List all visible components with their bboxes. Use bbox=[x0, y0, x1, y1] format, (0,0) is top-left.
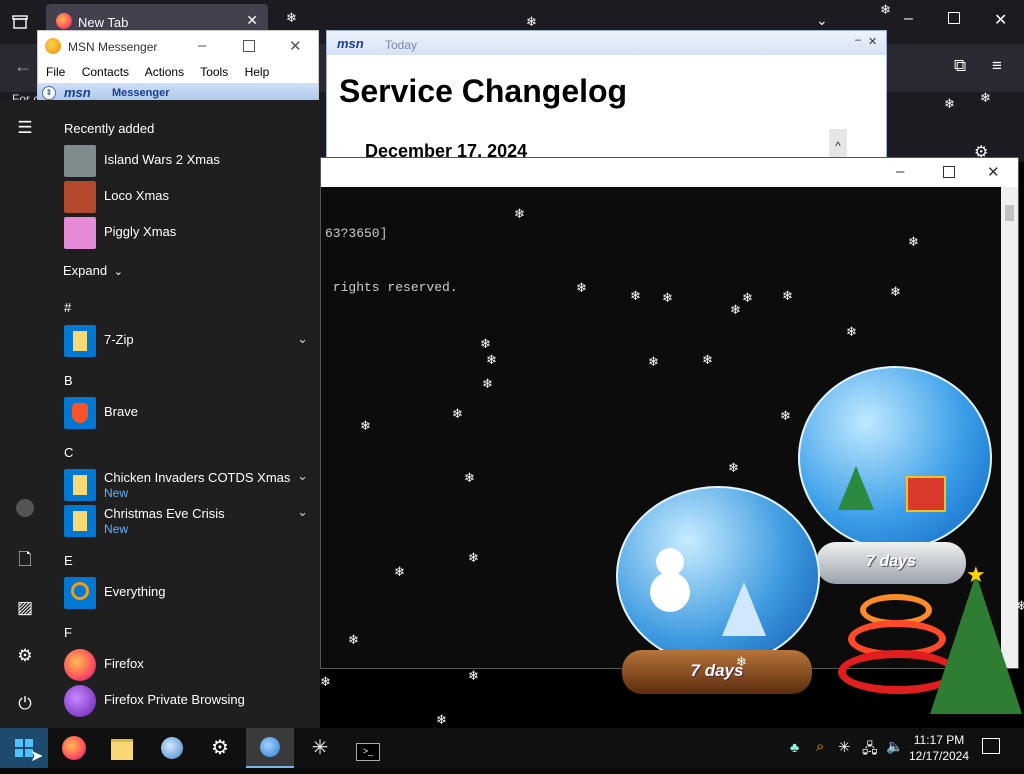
snowflake-icon: ❄ bbox=[724, 112, 735, 127]
snowflake-icon: ❄ bbox=[730, 302, 741, 317]
snowflake-icon: ❄ bbox=[702, 352, 713, 367]
snowflake-icon: ❄ bbox=[846, 324, 857, 339]
messenger-taskbar-icon[interactable] bbox=[246, 728, 294, 768]
new-badge: New bbox=[104, 486, 129, 500]
snowflake-app-icon[interactable]: ✳ bbox=[296, 728, 344, 768]
settings-icon[interactable]: ⚙ bbox=[196, 728, 244, 768]
list-item[interactable]: 7-Zip ⌄ bbox=[64, 323, 310, 359]
pictures-icon[interactable]: ▨ bbox=[12, 595, 38, 621]
notifications-icon[interactable] bbox=[982, 738, 1000, 754]
snowflake-icon: ❄ bbox=[980, 90, 991, 105]
snowflake-icon: ❄ bbox=[648, 354, 659, 369]
list-item[interactable]: Everything bbox=[64, 575, 310, 611]
snowflake-icon: ❄ bbox=[482, 376, 493, 391]
snowflake-icon: ❄ bbox=[780, 408, 791, 423]
loco-icon bbox=[64, 181, 96, 213]
user-avatar-icon[interactable] bbox=[12, 499, 38, 525]
folder-icon bbox=[64, 469, 96, 501]
terminal-icon[interactable]: >_ bbox=[344, 728, 392, 768]
snowflake-icon: ❄ bbox=[468, 550, 479, 565]
clock-date: 12/17/2024 bbox=[908, 749, 970, 763]
brave-icon bbox=[64, 397, 96, 429]
piggly-icon bbox=[64, 217, 96, 249]
list-item[interactable]: Chicken Invaders COTDS Xmas New ⌄ bbox=[64, 467, 310, 503]
island-wars-icon bbox=[64, 145, 96, 177]
globe-app-icon[interactable] bbox=[148, 728, 196, 768]
expand-button[interactable]: Expand ⌄ bbox=[63, 263, 123, 278]
snowflake-icon: ❄ bbox=[464, 470, 475, 485]
firefox-private-icon bbox=[64, 685, 96, 717]
settings-icon[interactable]: ⚙ bbox=[12, 643, 38, 669]
chevron-down-icon[interactable]: ⌄ bbox=[297, 504, 308, 520]
chevron-down-icon[interactable]: ⌄ bbox=[297, 331, 308, 347]
tray-app-icon[interactable]: ♣ bbox=[790, 739, 799, 755]
snowflake-icon: ❄ bbox=[486, 352, 497, 367]
list-item[interactable]: Island Wars 2 Xmas bbox=[64, 143, 310, 179]
everything-icon bbox=[64, 577, 96, 609]
snowflake-icon: ❄ bbox=[320, 674, 331, 689]
firefox-taskbar-icon[interactable] bbox=[50, 728, 98, 768]
apps-list: Recently added Island Wars 2 Xmas Loco X… bbox=[56, 100, 318, 728]
chevron-down-icon[interactable]: ⌄ bbox=[297, 468, 308, 484]
snowflake-icon: ❄ bbox=[782, 288, 793, 303]
snowflake-icon: ❄ bbox=[728, 460, 739, 475]
snowflake-tray-icon[interactable]: ✳ bbox=[838, 738, 851, 756]
search-tray-icon[interactable]: ⌕ bbox=[816, 738, 824, 755]
firefox-icon bbox=[64, 649, 96, 681]
hamburger-menu-icon[interactable]: ☰ bbox=[12, 115, 38, 141]
snowflake-icon: ❄ bbox=[452, 406, 463, 421]
chevron-down-icon: ⌄ bbox=[113, 266, 123, 278]
clock-time: 11:17 PM bbox=[913, 733, 965, 747]
snowflake-icon: ❄ bbox=[630, 288, 641, 303]
snowflake-icon: ❄ bbox=[360, 418, 371, 433]
snowflake-icon: ❄ bbox=[944, 96, 955, 111]
list-item[interactable]: Firefox bbox=[64, 647, 310, 683]
start-rail: ☰ 🗋 ▨ ⚙ ⏻ bbox=[0, 100, 50, 728]
snowflake-icon: ❄ bbox=[736, 654, 747, 669]
section-letter[interactable]: F bbox=[64, 625, 72, 640]
snowflake-icon: ❄ bbox=[526, 14, 537, 29]
start-menu: ☰ 🗋 ▨ ⚙ ⏻ Recently added Island Wars 2 X… bbox=[0, 100, 320, 728]
taskbar: ➤ ⚙ ✳ >_ ♣ ⌕ ✳ 🖧 🔈 11:17 PM 12/17/2024 bbox=[0, 728, 1024, 768]
documents-icon[interactable]: 🗋 bbox=[12, 547, 38, 573]
snowflake-icon: ❄ bbox=[394, 564, 405, 579]
system-clock[interactable]: 11:17 PM 12/17/2024 bbox=[904, 732, 974, 764]
list-item[interactable]: Brave bbox=[64, 395, 310, 431]
volume-icon[interactable]: 🔈 bbox=[886, 738, 903, 755]
network-icon[interactable]: 🖧 bbox=[862, 738, 878, 762]
snowflake-icon: ❄ bbox=[436, 712, 447, 727]
snowflake-icon: ❄ bbox=[880, 2, 891, 17]
list-item[interactable]: Firefox Private Browsing bbox=[64, 683, 310, 719]
snowflake-icon: ❄ bbox=[468, 668, 479, 683]
snowflake-icon: ❄ bbox=[890, 284, 901, 299]
snowflake-icon: ❄ bbox=[1016, 598, 1024, 613]
list-item[interactable]: Piggly Xmas bbox=[64, 215, 310, 251]
mouse-cursor-icon: ➤ bbox=[30, 748, 44, 765]
section-letter[interactable]: # bbox=[64, 300, 71, 315]
snowflake-icon: ❄ bbox=[742, 290, 753, 305]
power-icon[interactable]: ⏻ bbox=[12, 691, 38, 717]
section-letter[interactable]: E bbox=[64, 553, 73, 568]
section-letter[interactable]: B bbox=[64, 373, 73, 388]
list-item[interactable]: Loco Xmas bbox=[64, 179, 310, 215]
folder-icon bbox=[64, 325, 96, 357]
section-letter[interactable]: C bbox=[64, 445, 73, 460]
snowflake-icon: ❄ bbox=[514, 206, 525, 221]
list-item[interactable]: Christmas Eve Crisis New ⌄ bbox=[64, 503, 310, 539]
file-explorer-icon[interactable] bbox=[98, 728, 146, 768]
folder-icon bbox=[64, 505, 96, 537]
snowflake-icon: ❄ bbox=[480, 336, 491, 351]
snowflake-icon: ❄ bbox=[908, 234, 919, 249]
snowflake-icon: ❄ bbox=[286, 10, 297, 25]
snowflake-icon: ❄ bbox=[348, 632, 359, 647]
snowflake-icon: ❄ bbox=[576, 280, 587, 295]
new-badge: New bbox=[104, 522, 129, 536]
snowflake-icon: ❄ bbox=[662, 290, 673, 305]
section-recently-added: Recently added bbox=[64, 121, 155, 136]
